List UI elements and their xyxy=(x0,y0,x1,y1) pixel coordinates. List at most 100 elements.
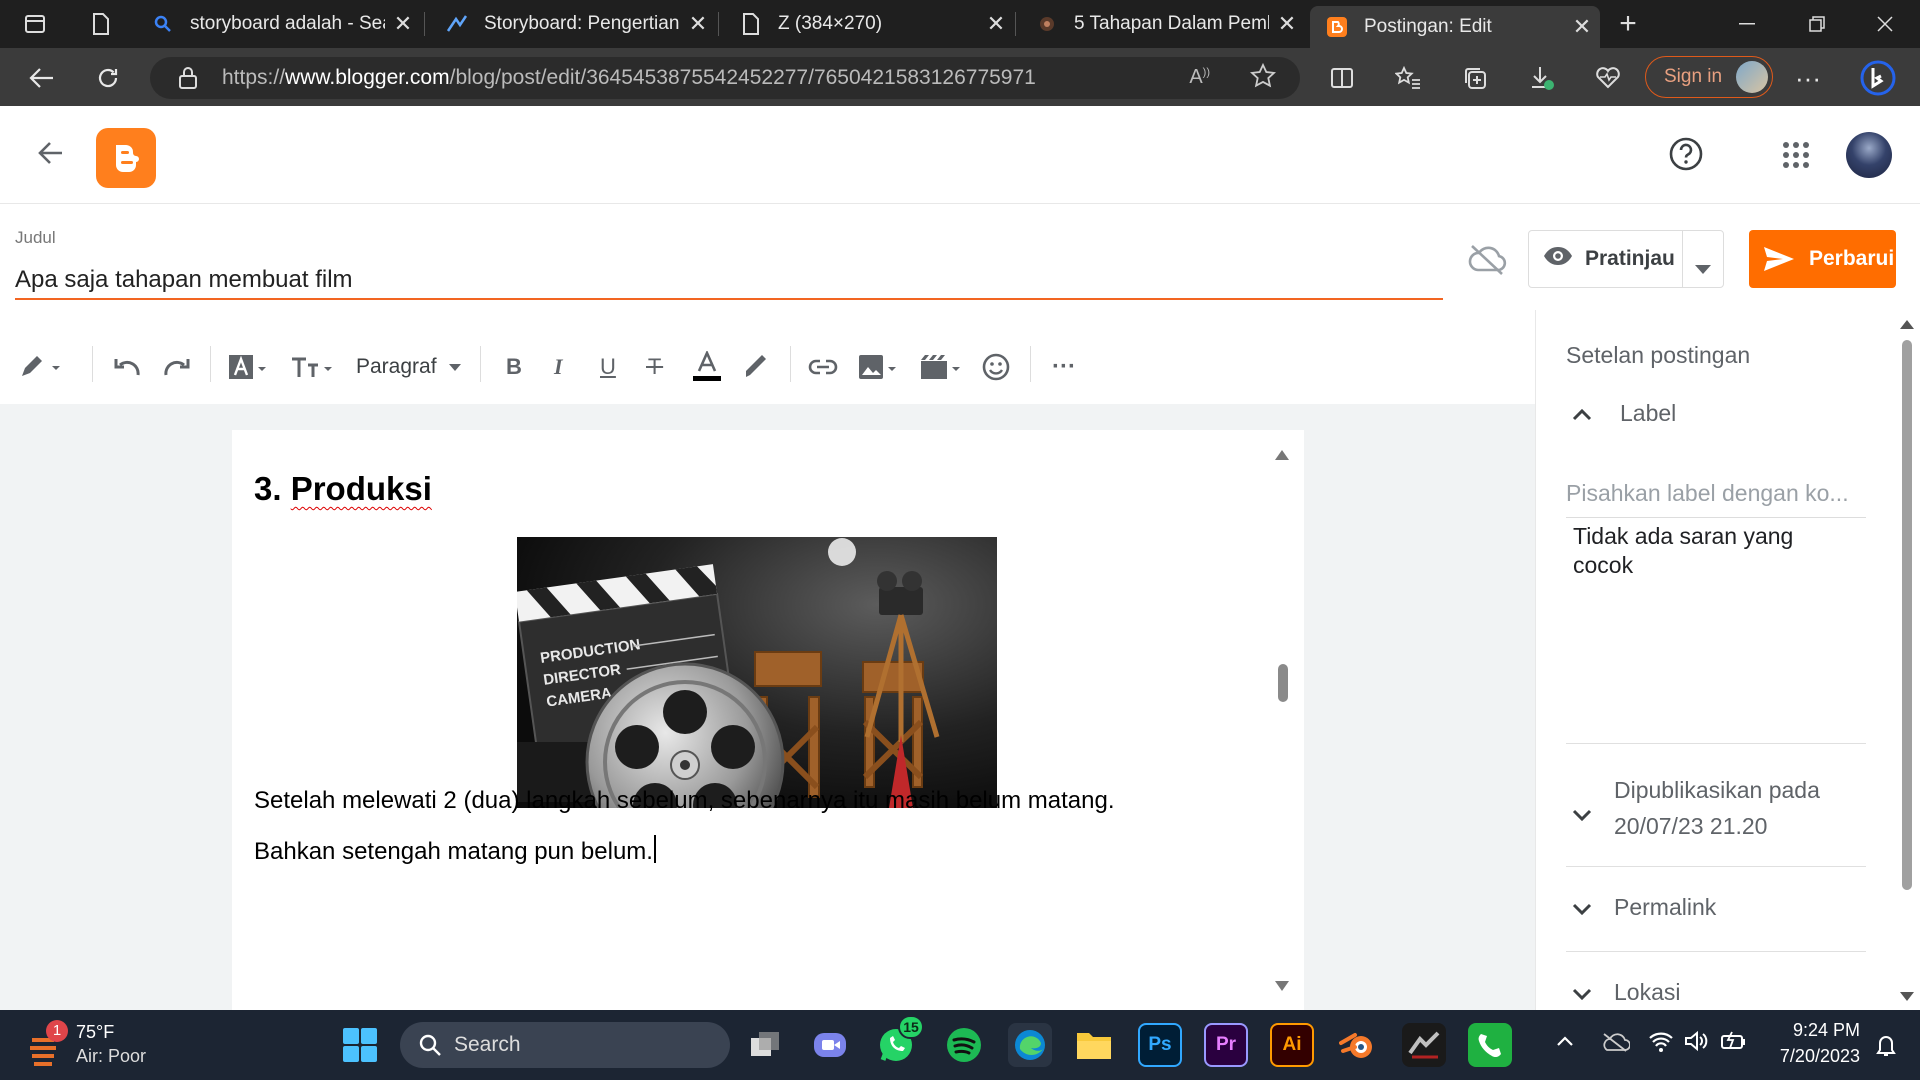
font-family-icon[interactable] xyxy=(228,350,272,384)
workspace-tab-icon[interactable] xyxy=(66,0,136,48)
post-title-input[interactable] xyxy=(15,262,1443,300)
editor-scroll-up-icon[interactable] xyxy=(1275,450,1289,460)
update-button[interactable]: Perbarui xyxy=(1749,230,1896,288)
tab-storyboard-search[interactable]: storyboard adalah - Sear ✕ xyxy=(136,6,421,42)
close-icon[interactable]: ✕ xyxy=(680,11,716,37)
photoshop-icon[interactable]: Ps xyxy=(1138,1023,1182,1067)
body-paragraph-line[interactable]: Bahkan setengah matang pun belum. xyxy=(254,835,656,866)
collections-icon[interactable] xyxy=(1455,58,1495,98)
insert-image-icon[interactable] xyxy=(858,350,902,384)
location-section-header[interactable]: Lokasi xyxy=(1566,979,1866,1006)
label-section-header[interactable]: Label xyxy=(1566,400,1866,427)
tab-image-z[interactable]: Z (384×270) ✕ xyxy=(724,6,1014,42)
published-section-header[interactable]: Dipublikasikan pada 20/07/23 21.20 xyxy=(1566,772,1866,844)
tab-title: Postingan: Edit xyxy=(1364,16,1492,37)
help-icon[interactable] xyxy=(1668,136,1704,177)
split-screen-icon[interactable] xyxy=(1322,58,1362,98)
link-icon[interactable] xyxy=(808,350,838,384)
blogger-logo-icon[interactable] xyxy=(96,128,156,188)
premiere-icon[interactable]: Pr xyxy=(1204,1023,1248,1067)
favorites-icon[interactable] xyxy=(1388,58,1428,98)
font-size-icon[interactable] xyxy=(290,350,338,384)
more-tools-icon[interactable]: ··· xyxy=(1052,350,1076,384)
new-tab-icon[interactable]: + xyxy=(1593,0,1663,48)
task-view-icon[interactable] xyxy=(744,1023,788,1067)
restore-icon[interactable] xyxy=(1782,0,1852,48)
minimize-icon[interactable] xyxy=(1712,0,1782,48)
compose-mode-icon[interactable] xyxy=(18,350,62,384)
favorite-star-icon[interactable] xyxy=(1249,62,1277,95)
account-avatar[interactable] xyxy=(1846,132,1892,178)
section-heading[interactable]: 3. Produksi xyxy=(254,470,432,508)
bing-copilot-icon[interactable] xyxy=(1858,58,1898,98)
clock-date[interactable]: 7/20/2023 xyxy=(1764,1046,1860,1067)
lock-icon[interactable] xyxy=(178,66,198,96)
phone-link-icon[interactable] xyxy=(1468,1023,1512,1067)
preview-button[interactable]: Pratinjau xyxy=(1528,230,1724,288)
read-aloud-icon[interactable]: A)) xyxy=(1189,66,1210,89)
notification-icon[interactable] xyxy=(1874,1032,1898,1063)
downloads-icon[interactable] xyxy=(1522,58,1562,98)
body-paragraph-line[interactable]: Setelah melewati 2 (dua) langkah sebelum… xyxy=(254,787,1114,815)
editor-scroll-down-icon[interactable] xyxy=(1275,981,1289,991)
window-close-icon[interactable] xyxy=(1850,0,1920,48)
sign-in-button[interactable]: Sign in xyxy=(1645,56,1773,98)
underline-icon[interactable]: U xyxy=(600,350,616,384)
address-bar[interactable]: https://www.blogger.com/blog/post/edit/3… xyxy=(150,57,1300,99)
teams-icon[interactable] xyxy=(808,1023,852,1067)
published-date: 20/07/23 21.20 xyxy=(1614,813,1768,839)
back-arrow-icon[interactable] xyxy=(36,138,66,173)
highlight-icon[interactable] xyxy=(742,350,770,384)
game-app-icon[interactable] xyxy=(1402,1023,1446,1067)
undo-icon[interactable] xyxy=(112,350,142,384)
panel-scroll-up-icon[interactable] xyxy=(1900,320,1914,329)
paragraph-style-select[interactable]: Paragraf xyxy=(356,350,461,384)
editor-page[interactable]: 3. Produksi PRODUCTION DIRECTOR CAMERA S… xyxy=(232,430,1304,1020)
editor-scrollbar-thumb[interactable] xyxy=(1278,664,1288,702)
label-section-title: Label xyxy=(1620,400,1677,426)
label-input[interactable]: Pisahkan label dengan ko... xyxy=(1566,480,1866,518)
volume-icon[interactable] xyxy=(1684,1030,1708,1057)
blender-icon[interactable] xyxy=(1336,1023,1380,1067)
weather-icon[interactable]: 1 xyxy=(26,1020,70,1068)
strikethrough-icon[interactable]: T xyxy=(646,350,663,384)
panel-scrollbar-thumb[interactable] xyxy=(1902,340,1912,890)
redo-icon[interactable] xyxy=(162,350,192,384)
spotify-icon[interactable] xyxy=(942,1023,986,1067)
close-icon[interactable]: ✕ xyxy=(1269,11,1305,37)
taskbar-search[interactable]: Search xyxy=(400,1022,730,1068)
panel-scroll-down-icon[interactable] xyxy=(1900,992,1914,1001)
insert-video-icon[interactable] xyxy=(920,350,966,384)
onedrive-icon[interactable] xyxy=(1600,1032,1631,1057)
system-tray-chevron-icon[interactable] xyxy=(1556,1034,1574,1052)
back-icon[interactable] xyxy=(22,58,62,98)
battery-icon[interactable] xyxy=(1720,1030,1748,1057)
tab-storyboard-pengertian[interactable]: Storyboard: Pengertian, I ✕ xyxy=(430,6,716,42)
bold-icon[interactable]: B xyxy=(506,350,522,384)
whatsapp-icon[interactable]: 15 xyxy=(874,1015,924,1067)
tab-postingan-edit[interactable]: Postingan: Edit ✕ xyxy=(1310,6,1600,48)
url-scheme: https:// xyxy=(222,66,286,89)
refresh-icon[interactable] xyxy=(88,58,128,98)
close-icon[interactable]: ✕ xyxy=(978,11,1014,37)
clock-time[interactable]: 9:24 PM xyxy=(1764,1020,1860,1041)
close-icon[interactable]: ✕ xyxy=(385,11,421,37)
edge-icon[interactable] xyxy=(1008,1023,1052,1067)
preview-divider xyxy=(1682,231,1683,287)
file-explorer-icon[interactable] xyxy=(1072,1023,1116,1067)
permalink-section-header[interactable]: Permalink xyxy=(1566,894,1866,921)
tab-actions-icon[interactable] xyxy=(0,0,70,48)
preview-dropdown-icon[interactable] xyxy=(1695,256,1711,280)
more-options-icon[interactable]: ··· xyxy=(1788,58,1828,98)
italic-icon[interactable]: I xyxy=(554,350,563,384)
performance-icon[interactable] xyxy=(1588,58,1628,98)
chevron-down-icon xyxy=(1572,894,1612,921)
apps-grid-icon[interactable] xyxy=(1783,142,1809,173)
text-color-icon[interactable] xyxy=(692,350,722,384)
start-icon[interactable] xyxy=(338,1023,382,1067)
illustrator-icon[interactable]: Ai xyxy=(1270,1023,1314,1067)
wifi-icon[interactable] xyxy=(1648,1030,1674,1057)
production-image[interactable]: PRODUCTION DIRECTOR CAMERA xyxy=(517,537,997,808)
emoji-icon[interactable] xyxy=(982,350,1010,384)
tab-5-tahapan[interactable]: 5 Tahapan Dalam Pembu ✕ xyxy=(1020,6,1305,42)
